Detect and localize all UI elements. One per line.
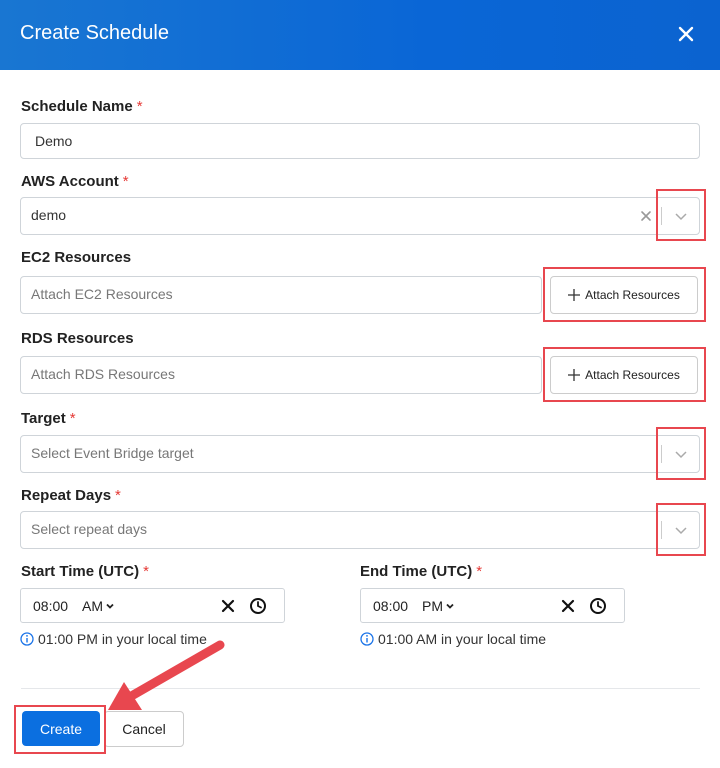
end-local-hint-text: 01:00 AM in your local time xyxy=(378,631,547,647)
repeat-days-select[interactable]: Select repeat days xyxy=(20,511,700,549)
select-separator xyxy=(661,521,662,539)
ec2-resources-placeholder: Attach EC2 Resources xyxy=(31,286,173,302)
start-time-input[interactable]: 08:00 AM xyxy=(20,588,285,623)
clear-time-icon[interactable] xyxy=(219,597,237,615)
plus-icon xyxy=(568,369,581,381)
target-select[interactable]: Select Event Bridge target xyxy=(20,435,700,473)
info-icon xyxy=(20,632,34,646)
repeat-days-placeholder: Select repeat days xyxy=(31,521,147,537)
chevron-down-icon xyxy=(446,603,454,609)
start-ampm-select[interactable]: AM xyxy=(82,598,115,614)
clock-icon[interactable] xyxy=(589,597,607,615)
plus-icon xyxy=(568,289,581,301)
attach-rds-label: Attach Resources xyxy=(585,368,680,382)
start-time-value[interactable]: 08:00 xyxy=(33,598,68,614)
rds-resources-placeholder: Attach RDS Resources xyxy=(31,366,175,382)
chevron-down-icon[interactable] xyxy=(672,445,690,463)
start-time-label: Start Time (UTC) * xyxy=(21,563,149,580)
aws-account-select[interactable]: demo xyxy=(20,197,700,235)
end-time-value[interactable]: 08:00 xyxy=(373,598,408,614)
schedule-name-input[interactable]: Demo xyxy=(20,123,700,159)
target-label: Target * xyxy=(21,410,76,427)
select-separator xyxy=(661,445,662,463)
clock-icon[interactable] xyxy=(249,597,267,615)
aws-account-label: AWS Account * xyxy=(21,173,129,190)
attach-ec2-button[interactable]: Attach Resources xyxy=(550,276,698,314)
select-separator xyxy=(661,207,662,225)
attach-ec2-label: Attach Resources xyxy=(585,288,680,302)
clear-icon[interactable] xyxy=(639,209,653,223)
chevron-down-icon[interactable] xyxy=(672,521,690,539)
dialog-title: Create Schedule xyxy=(20,22,169,44)
end-local-hint: 01:00 AM in your local time xyxy=(360,631,546,647)
aws-account-value: demo xyxy=(31,207,67,223)
schedule-name-value: Demo xyxy=(35,133,73,149)
start-ampm-value: AM xyxy=(82,598,103,614)
info-icon xyxy=(360,632,374,646)
target-placeholder: Select Event Bridge target xyxy=(31,445,194,461)
clear-time-icon[interactable] xyxy=(559,597,577,615)
end-time-label: End Time (UTC) * xyxy=(360,563,483,580)
rds-resources-input[interactable]: Attach RDS Resources xyxy=(20,356,542,394)
dialog-header: Create Schedule xyxy=(0,0,720,70)
repeat-days-label: Repeat Days * xyxy=(21,487,121,504)
chevron-down-icon[interactable] xyxy=(672,207,690,225)
schedule-name-label: Schedule Name * xyxy=(21,98,143,115)
close-icon[interactable] xyxy=(672,20,700,48)
ec2-resources-input[interactable]: Attach EC2 Resources xyxy=(20,276,542,314)
rds-resources-label: RDS Resources xyxy=(21,330,134,347)
attach-rds-button[interactable]: Attach Resources xyxy=(550,356,698,394)
ec2-resources-label: EC2 Resources xyxy=(21,249,132,266)
chevron-down-icon xyxy=(106,603,114,609)
end-ampm-select[interactable]: PM xyxy=(422,598,455,614)
end-time-input[interactable]: 08:00 PM xyxy=(360,588,625,623)
annotation-arrow xyxy=(108,640,225,710)
create-button[interactable]: Create xyxy=(22,711,100,746)
end-ampm-value: PM xyxy=(422,598,443,614)
